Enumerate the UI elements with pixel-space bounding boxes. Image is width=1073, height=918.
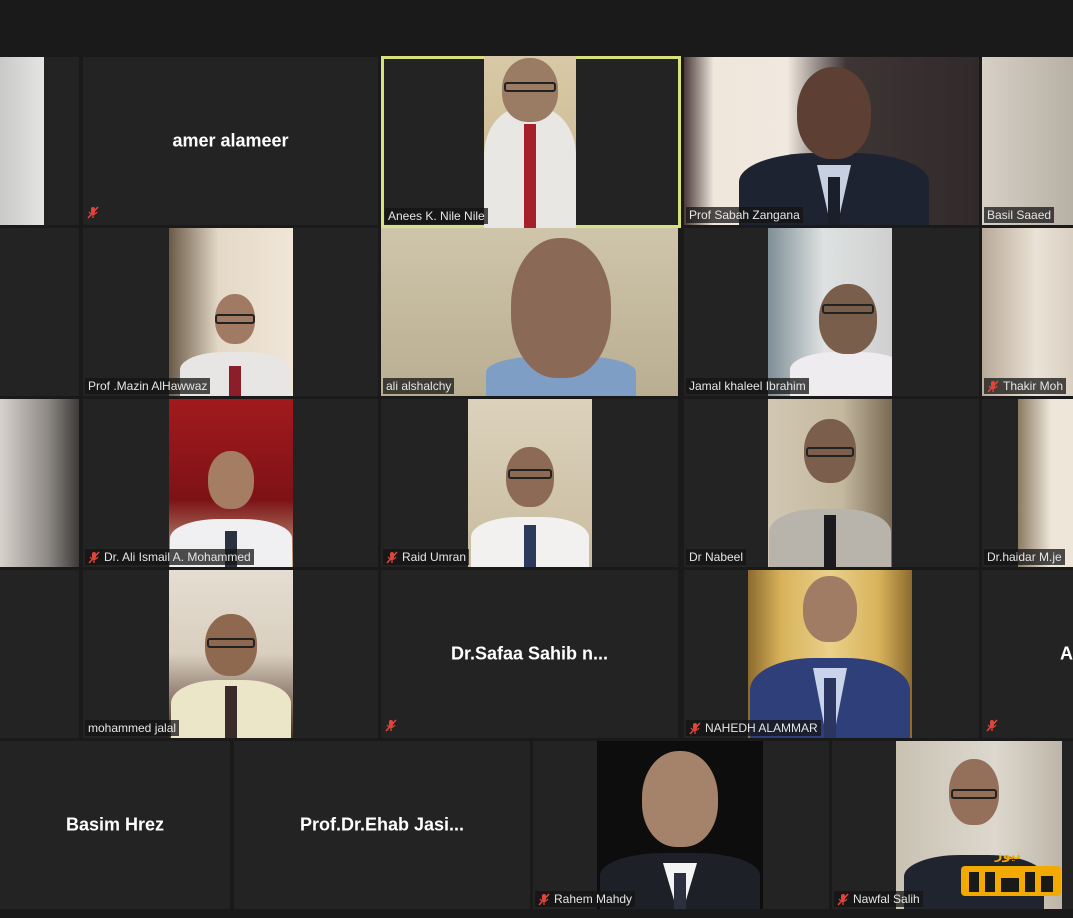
- participant-video: [982, 228, 1073, 396]
- participant-name: Dr. Ali Ismail A. Mohammed: [104, 550, 251, 564]
- participant-name: NAHEDH ALAMMAR: [705, 721, 818, 735]
- participant-video: [169, 228, 293, 396]
- participant-name: Dr.haidar M.je: [987, 550, 1062, 564]
- participant-label: Nawfal Salih: [834, 891, 923, 907]
- participant-name: ali alshalchy: [386, 379, 452, 393]
- participant-video: [748, 570, 912, 738]
- participant-label: Thakir Moh: [984, 378, 1067, 394]
- participant-tile[interactable]: Dr. Ali Ismail A. Mohammed: [83, 399, 378, 567]
- participant-video: [468, 399, 592, 567]
- participant-tile[interactable]: amer alameer: [83, 57, 378, 225]
- muted-microphone-icon: [87, 206, 99, 219]
- participant-label: Jamal khaleel Ibrahim: [686, 378, 809, 394]
- participant-name: Dr Nabeel: [689, 550, 744, 564]
- participant-video: [169, 399, 293, 567]
- participant-tile[interactable]: Raid Umran: [381, 399, 678, 567]
- participant-video: [484, 56, 576, 228]
- participant-label: NAHEDH ALAMMAR: [686, 720, 821, 736]
- logo-text: نيوز: [995, 848, 1021, 863]
- participant-label: Dr Nabeel: [686, 549, 747, 565]
- participant-video: [597, 741, 763, 909]
- participant-name: Thakir Moh: [1003, 379, 1064, 393]
- participant-name: Anees K. Nile Nile: [388, 209, 485, 223]
- top-bar: [0, 0, 1073, 55]
- participant-tile[interactable]: Thakir Moh: [982, 228, 1073, 396]
- participant-name: Dr.Safaa Sahib n...: [450, 643, 609, 664]
- participant-name: Jamal khaleel Ibrahim: [689, 379, 806, 393]
- participant-tile[interactable]: NAHEDH ALAMMAR: [684, 570, 979, 738]
- muted-microphone-icon: [986, 719, 998, 732]
- participant-video: [169, 570, 293, 738]
- participant-label: ali alshalchy: [383, 378, 455, 394]
- muted-microphone-icon: [538, 892, 550, 906]
- participant-tile[interactable]: Rahem Mahdy: [533, 741, 829, 909]
- participant-name: amer alameer: [172, 130, 289, 151]
- participant-tile[interactable]: Prof.Dr.Ehab Jasi...: [234, 741, 530, 909]
- participant-tile[interactable]: Basim Hrez: [0, 741, 230, 909]
- participant-tile[interactable]: [0, 570, 79, 738]
- participant-tile[interactable]: [0, 57, 79, 225]
- participant-tile[interactable]: Basil Saaed: [982, 57, 1073, 225]
- participant-video: [381, 228, 678, 396]
- participant-label: Dr. Ali Ismail A. Mohammed: [85, 549, 254, 565]
- participant-label: mohammed jalal: [85, 720, 180, 736]
- muted-microphone-icon: [987, 379, 999, 393]
- participant-tile[interactable]: ali alshalchy: [381, 228, 678, 396]
- participant-video: [0, 399, 79, 567]
- participant-label: Dr.haidar M.je: [984, 549, 1065, 565]
- participant-video: [982, 57, 1073, 225]
- participant-name: Prof.Dr.Ehab Jasi...: [299, 814, 465, 835]
- muted-microphone-icon: [837, 892, 849, 906]
- participant-name: Rahem Mahdy: [554, 892, 633, 906]
- channel-logo: نيوز: [961, 848, 1061, 898]
- active-speaker-tile[interactable]: Anees K. Nile Nile: [381, 56, 681, 228]
- participant-tile[interactable]: Dr.haidar M.je: [982, 399, 1073, 567]
- participant-video: [0, 57, 44, 225]
- participant-label: Rahem Mahdy: [535, 891, 636, 907]
- participant-tile[interactable]: Prof .Mazin AlHawwaz: [83, 228, 378, 396]
- participant-tile[interactable]: Dr.Safaa Sahib n...: [381, 570, 678, 738]
- participant-tile[interactable]: Prof Sabah Zangana: [684, 57, 979, 225]
- participant-video: [1018, 399, 1073, 567]
- muted-microphone-icon: [386, 550, 398, 564]
- participant-video: [768, 228, 892, 396]
- participant-name: A: [1060, 643, 1073, 664]
- participant-tile[interactable]: [0, 228, 79, 396]
- muted-microphone-icon: [385, 719, 397, 732]
- muted-microphone-icon: [88, 550, 100, 564]
- participant-label: Prof .Mazin AlHawwaz: [85, 378, 211, 394]
- participant-name: Prof Sabah Zangana: [689, 208, 800, 222]
- participant-name: Raid Umran: [402, 550, 467, 564]
- participant-name: mohammed jalal: [88, 721, 177, 735]
- participant-name: Basim Hrez: [65, 814, 165, 835]
- participant-name: Basil Saaed: [987, 208, 1052, 222]
- participant-label: Basil Saaed: [984, 207, 1055, 223]
- participant-video: [684, 57, 979, 225]
- participant-video: [768, 399, 892, 567]
- participant-name: Prof .Mazin AlHawwaz: [88, 379, 208, 393]
- participant-label: Anees K. Nile Nile: [385, 208, 488, 224]
- participant-label: Raid Umran: [383, 549, 470, 565]
- participant-tile[interactable]: Jamal khaleel Ibrahim: [684, 228, 979, 396]
- participant-tile[interactable]: [0, 399, 79, 567]
- participant-label: Prof Sabah Zangana: [686, 207, 803, 223]
- muted-microphone-icon: [689, 721, 701, 735]
- participant-tile[interactable]: A: [982, 570, 1073, 738]
- participant-name: Nawfal Salih: [853, 892, 920, 906]
- participant-tile[interactable]: mohammed jalal: [83, 570, 378, 738]
- participant-tile[interactable]: Dr Nabeel: [684, 399, 979, 567]
